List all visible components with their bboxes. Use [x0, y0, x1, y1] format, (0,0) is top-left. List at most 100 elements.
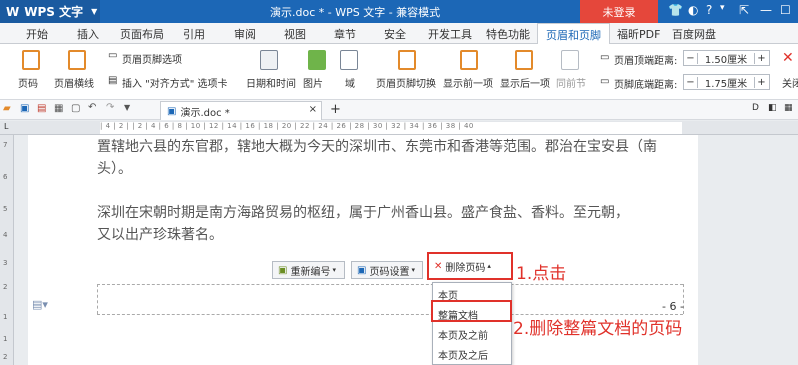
page-number-button[interactable]: 页码 — [18, 75, 38, 90]
show-prev-icon[interactable] — [460, 50, 478, 70]
picture-button[interactable]: 图片 — [303, 75, 323, 90]
tab-baidu-disk[interactable]: 百度网盘 — [672, 26, 716, 42]
pdf-icon[interactable]: ▤ — [37, 103, 46, 114]
page-number-text[interactable]: - 6 - — [662, 300, 684, 313]
close-tab-icon[interactable]: × — [309, 104, 317, 115]
page-number-icon[interactable] — [22, 50, 40, 70]
save-icon[interactable]: ▣ — [20, 103, 29, 114]
increment-button[interactable]: + — [754, 76, 768, 88]
page-settings-label: 页码设置 — [369, 266, 410, 278]
header-top-stepper[interactable]: − 1.50厘米 + — [683, 50, 770, 66]
footer-marker-icon[interactable]: ▤▾ — [32, 298, 48, 311]
chevron-down-icon[interactable]: ▼ — [124, 103, 130, 112]
menu-item-this-page-and-before[interactable]: 本页及之前 — [438, 327, 488, 342]
picture-icon[interactable] — [308, 50, 326, 70]
tab-start[interactable]: 开始 — [26, 26, 48, 42]
paragraph-line[interactable]: 又以出产珍珠著名。 — [97, 224, 223, 246]
header-line-button[interactable]: 页眉横线 — [54, 75, 94, 90]
show-next-button[interactable]: 显示后一项 — [500, 75, 550, 90]
quick-access-bar: ▰ ▣ ▤ ▦ ▢ ↶ ↷ ▼ ▣ 演示.doc * × + D ◧ ▦ — [0, 100, 798, 120]
vruler-tick: 4 — [3, 231, 8, 239]
paragraph-line[interactable]: 头）。 — [97, 158, 132, 180]
redo-icon[interactable]: ↷ — [106, 102, 114, 113]
increment-button[interactable]: + — [754, 52, 768, 64]
switch-icon[interactable] — [398, 50, 416, 70]
show-previous-button[interactable]: 显示前一项 — [443, 75, 493, 90]
app-menu-button[interactable]: W WPS 文字 ▼ — [0, 0, 100, 23]
vertical-ruler[interactable]: 7 6 5 4 3 2 1 1 2 — [0, 135, 14, 365]
document-icon: ▣ — [167, 105, 177, 117]
switch-header-footer-button[interactable]: 页眉页脚切换 — [376, 75, 436, 90]
tab-header-footer[interactable]: 页眉和页脚 — [537, 23, 610, 44]
tab-stop-icon[interactable]: L — [4, 122, 8, 131]
maximize-icon[interactable]: ☐ — [780, 3, 791, 17]
footer-distance-icon: ▭ — [600, 76, 610, 87]
renumber-button[interactable]: ▣ 重新编号 ▾ — [272, 261, 345, 279]
chevron-down-icon[interactable]: ▾ — [720, 3, 725, 13]
footer-boundary-left — [97, 284, 98, 314]
chevron-down-icon: ▾ — [411, 266, 415, 274]
show-next-icon[interactable] — [515, 50, 533, 70]
menu-tabs: 开始 插入 页面布局 引用 审阅 视图 章节 安全 开发工具 特色功能 页眉和页… — [0, 23, 798, 44]
header-top-value[interactable]: 1.50厘米 — [698, 51, 754, 66]
horizontal-ruler[interactable]: L | 4 | 2 | | 2 | 4 | 6 | 8 | 10 | 12 | … — [0, 121, 798, 135]
skin-icon[interactable]: ◐ — [688, 3, 698, 17]
footer-bottom-stepper[interactable]: − 1.75厘米 + — [683, 74, 770, 90]
settings-icon: ▣ — [357, 264, 367, 276]
date-time-button[interactable]: 日期和时间 — [246, 75, 296, 90]
shirt-icon[interactable]: 👕 — [668, 3, 683, 17]
page-margin-area — [698, 135, 798, 365]
field-button[interactable]: 域 — [345, 75, 355, 90]
chevron-down-icon: ▾ — [332, 266, 336, 274]
paragraph-line[interactable]: 深圳在宋朝时期是南方海路贸易的枢纽，属于广州香山县。盛产食盐、香料。至元朝， — [97, 202, 629, 224]
footer-bottom-label: 页脚底端距离: — [614, 80, 678, 91]
wps-logo-icon: W — [6, 4, 20, 19]
preview-icon[interactable]: ▢ — [71, 103, 80, 114]
tab-view[interactable]: 视图 — [284, 26, 306, 42]
page-number-settings-button[interactable]: ▣ 页码设置 ▾ — [351, 261, 423, 279]
tab-security[interactable]: 安全 — [384, 26, 406, 42]
close-header-footer-button[interactable]: 关闭 — [782, 75, 798, 90]
header-line-icon[interactable] — [68, 50, 86, 70]
document-tab[interactable]: ▣ 演示.doc * × — [160, 101, 322, 120]
chevron-down-icon: ▼ — [91, 7, 98, 16]
tab-references[interactable]: 引用 — [183, 26, 205, 42]
undo-icon[interactable]: ↶ — [88, 102, 96, 113]
restore-toolbar-icon[interactable]: ⇱ — [739, 3, 749, 17]
d-icon[interactable]: D — [752, 103, 759, 113]
minimize-icon[interactable]: — — [760, 3, 772, 17]
paragraph-line[interactable]: 置辖地六县的东官郡，辖地大概为今天的深圳市、东莞市和香港等范围。郡治在宝安县（南 — [97, 136, 657, 158]
tab-review[interactable]: 审阅 — [234, 26, 256, 42]
insert-align-tab-button[interactable]: 插入 "对齐方式" 选项卡 — [122, 75, 228, 90]
field-icon[interactable] — [340, 50, 358, 70]
calendar-icon[interactable] — [260, 50, 278, 70]
bookmark-icon[interactable]: ◧ — [768, 103, 777, 113]
vruler-tick: 3 — [3, 259, 8, 267]
vruler-tick: 2 — [3, 353, 8, 361]
highlight-box — [431, 300, 512, 322]
tab-features[interactable]: 特色功能 — [486, 26, 530, 42]
decrement-button[interactable]: − — [684, 76, 698, 88]
tab-chapter[interactable]: 章节 — [334, 26, 356, 42]
delete-page-number-label: 删除页码 — [445, 262, 486, 274]
login-button[interactable]: 未登录 — [580, 0, 658, 23]
footer-bottom-value[interactable]: 1.75厘米 — [698, 75, 754, 90]
document-tab-name: 演示.doc * — [180, 107, 230, 119]
header-footer-options-button[interactable]: 页眉页脚选项 — [122, 51, 182, 66]
open-folder-icon[interactable]: ▰ — [3, 103, 11, 114]
tab-page-layout[interactable]: 页面布局 — [120, 26, 164, 42]
help-icon[interactable]: ? — [706, 3, 712, 17]
annotation-step2: 2.删除整篇文档的页码 — [513, 319, 683, 339]
decrement-button[interactable]: − — [684, 52, 698, 64]
print-icon[interactable]: ▦ — [54, 103, 63, 114]
tab-developer[interactable]: 开发工具 — [428, 26, 472, 42]
new-tab-icon[interactable]: + — [330, 102, 341, 117]
close-icon[interactable]: ✕ — [782, 50, 794, 66]
same-as-previous-button: 同前节 — [556, 79, 586, 90]
menu-item-this-page-and-after[interactable]: 本页及之后 — [438, 347, 488, 362]
delete-page-number-button[interactable]: ✕ 删除页码 ▴ — [427, 252, 513, 280]
grid-icon[interactable]: ▦ — [784, 103, 793, 113]
tab-foxit-pdf[interactable]: 福昕PDF — [617, 26, 660, 42]
same-prev-icon — [561, 50, 579, 70]
tab-insert[interactable]: 插入 — [77, 26, 99, 42]
